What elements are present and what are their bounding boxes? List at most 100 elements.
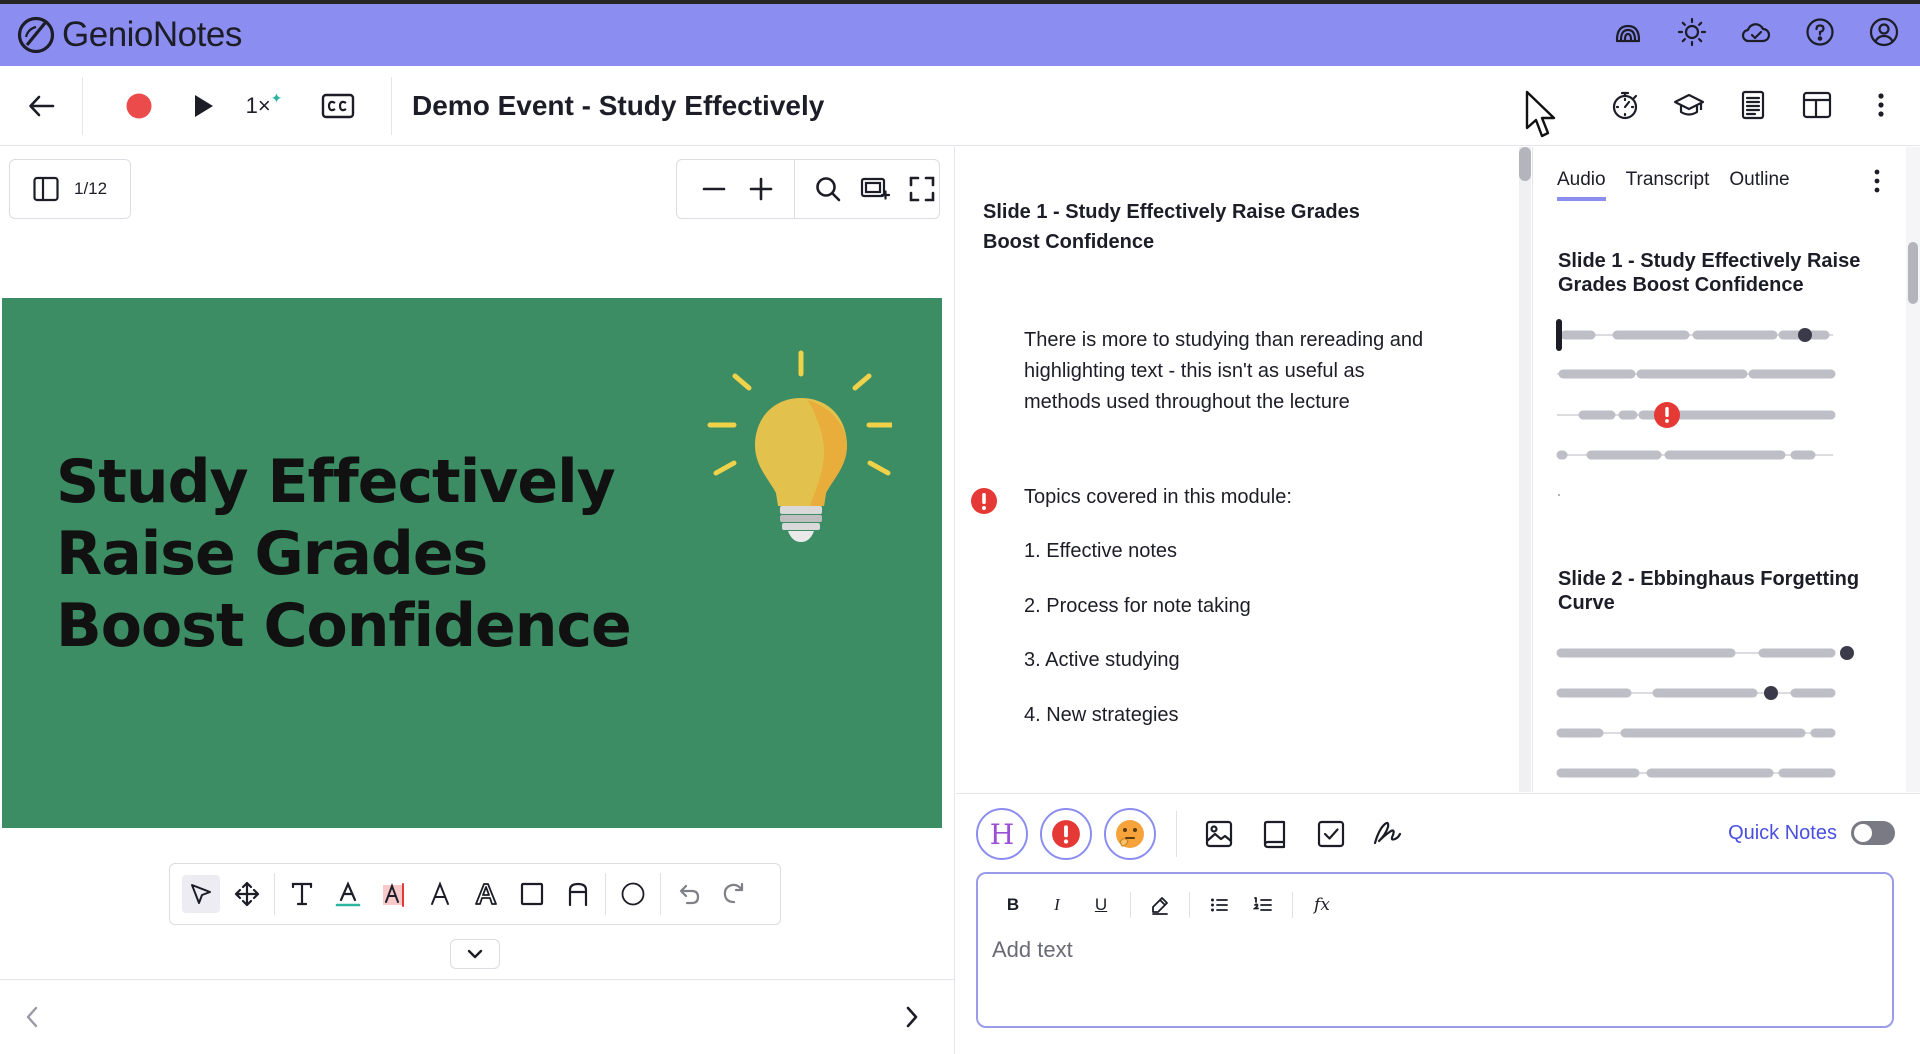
audio-scrollbar-thumb[interactable] xyxy=(1908,242,1918,304)
fullscreen-icon xyxy=(910,176,935,202)
genio-logo-icon xyxy=(17,16,55,54)
text-tool[interactable] xyxy=(283,875,321,913)
image-icon xyxy=(1205,820,1233,848)
page-indicator[interactable]: 1/12 xyxy=(9,159,131,219)
alert-icon xyxy=(1052,820,1080,848)
quick-notes-label: Quick Notes xyxy=(1728,821,1837,844)
account-icon[interactable] xyxy=(1866,14,1902,50)
record-icon xyxy=(126,93,152,118)
format-divider xyxy=(1292,892,1293,918)
toggle-toolbar-button[interactable] xyxy=(450,939,500,969)
format-divider xyxy=(1130,892,1131,918)
brand[interactable]: GenioNotes xyxy=(16,15,242,55)
notes-document-button[interactable] xyxy=(1734,80,1772,130)
font-style-tool[interactable] xyxy=(421,875,459,913)
theme-sun-icon[interactable] xyxy=(1674,14,1710,50)
undo-button[interactable] xyxy=(669,875,707,913)
heading-tag-button[interactable]: H xyxy=(976,808,1028,860)
notes-list-item[interactable]: 1. Effective notes xyxy=(1024,540,1177,563)
font-color-icon xyxy=(335,881,361,907)
study-mode-button[interactable] xyxy=(1670,80,1708,130)
record-button[interactable] xyxy=(103,81,175,131)
formula-button[interactable]: 𝑓𝑥 xyxy=(1307,890,1337,920)
italic-button[interactable]: I xyxy=(1042,890,1072,920)
tool-divider xyxy=(605,873,606,915)
document-title: Demo Event - Study Effectively xyxy=(412,89,825,121)
move-tool[interactable] xyxy=(228,875,266,913)
notes-list-item[interactable]: 4. New strategies xyxy=(1024,704,1179,727)
slide-viewer: 1/12 Study Effectively Raise Grades Boos… xyxy=(0,147,955,1054)
slide-title: Study Effectively Raise Grades Boost Con… xyxy=(56,446,632,662)
play-button[interactable] xyxy=(175,81,231,131)
more-options-button[interactable] xyxy=(1862,80,1900,130)
checkbox-icon xyxy=(1317,820,1345,848)
important-tag-button[interactable] xyxy=(1040,808,1092,860)
previous-slide-button[interactable] xyxy=(22,1004,44,1035)
layout-button[interactable] xyxy=(1798,80,1836,130)
audio-scrollbar[interactable] xyxy=(1906,147,1920,792)
slide-canvas[interactable]: Study Effectively Raise Grades Boost Con… xyxy=(2,298,942,828)
notes-slide-heading: Slide 1 - Study Effectively Raise Grades… xyxy=(983,201,1360,253)
audio-slide-title: Slide 2 - Ebbinghaus Forgetting Curve xyxy=(1558,568,1860,614)
timer-button[interactable] xyxy=(1606,80,1644,130)
brand-name-part2: Notes xyxy=(152,15,242,54)
help-icon[interactable] xyxy=(1802,14,1838,50)
underline-button[interactable]: U xyxy=(1086,890,1116,920)
notes-scrollbar[interactable] xyxy=(1519,147,1531,792)
select-tool[interactable] xyxy=(182,875,220,913)
tool-divider xyxy=(660,873,661,915)
text-icon xyxy=(291,882,313,906)
circle-tool[interactable] xyxy=(614,875,652,913)
move-icon xyxy=(234,881,260,907)
redo-button[interactable] xyxy=(715,875,753,913)
notes-topics-label[interactable]: Topics covered in this module: xyxy=(1024,486,1292,509)
confusing-tag-button[interactable] xyxy=(1104,808,1156,860)
important-alert-icon xyxy=(971,488,997,514)
highlight-button[interactable] xyxy=(1145,890,1175,920)
back-button[interactable] xyxy=(2,81,82,131)
notes-list-item[interactable]: 2. Process for note taking xyxy=(1024,595,1251,618)
note-text-input[interactable] xyxy=(992,930,1872,970)
notes-list-item[interactable]: 3. Active studying xyxy=(1024,649,1180,672)
closed-captions-icon xyxy=(321,93,355,118)
search-button[interactable] xyxy=(811,172,844,206)
rectangle-tool[interactable] xyxy=(513,875,551,913)
minus-icon xyxy=(702,187,726,191)
quick-notes-toggle[interactable] xyxy=(1851,821,1895,845)
cloud-sync-icon[interactable] xyxy=(1738,14,1774,50)
slide-title-line: Study Effectively xyxy=(56,447,616,517)
add-screenshot-icon xyxy=(860,177,890,200)
streaming-icon[interactable] xyxy=(1610,14,1646,50)
zoom-out-button[interactable] xyxy=(697,172,730,206)
audio-waveform[interactable] xyxy=(1533,147,1903,792)
fullscreen-button[interactable] xyxy=(906,172,939,206)
screenshot-button[interactable] xyxy=(858,172,891,206)
bold-button[interactable]: B xyxy=(998,890,1028,920)
app-header: GenioNotes xyxy=(0,0,1920,66)
brand-name: GenioNotes xyxy=(62,15,242,55)
font-color-tool[interactable] xyxy=(329,875,367,913)
glossary-button[interactable] xyxy=(1253,812,1297,856)
bullet-list-button[interactable] xyxy=(1204,890,1234,920)
slide-title-line: Raise Grades xyxy=(56,519,488,589)
sidebar-toggle-icon[interactable] xyxy=(32,175,60,203)
notes-paragraph[interactable]: There is more to studying than rereading… xyxy=(1024,325,1444,418)
insert-image-button[interactable] xyxy=(1197,812,1241,856)
session-toolbar: 1× ✦ Demo Event - Study Effectively xyxy=(0,66,1920,146)
layout-icon xyxy=(1802,91,1832,119)
next-slide-button[interactable] xyxy=(900,1004,922,1035)
notes-scrollbar-thumb[interactable] xyxy=(1519,147,1531,181)
play-icon xyxy=(195,94,213,117)
arch-tool[interactable] xyxy=(559,875,597,913)
back-arrow-icon xyxy=(29,95,55,116)
highlight-text-tool[interactable] xyxy=(375,875,413,913)
playback-speed-label: 1× xyxy=(245,92,271,118)
zoom-in-button[interactable] xyxy=(744,172,777,206)
draw-button[interactable] xyxy=(1365,812,1409,856)
font-outline-tool[interactable] xyxy=(467,875,505,913)
task-button[interactable] xyxy=(1309,812,1353,856)
captions-button[interactable] xyxy=(307,81,369,131)
format-toolbar: B I U 𝑓𝑥 xyxy=(998,890,1337,920)
numbered-list-button[interactable] xyxy=(1248,890,1278,920)
playback-speed-button[interactable]: 1× ✦ xyxy=(231,81,297,131)
